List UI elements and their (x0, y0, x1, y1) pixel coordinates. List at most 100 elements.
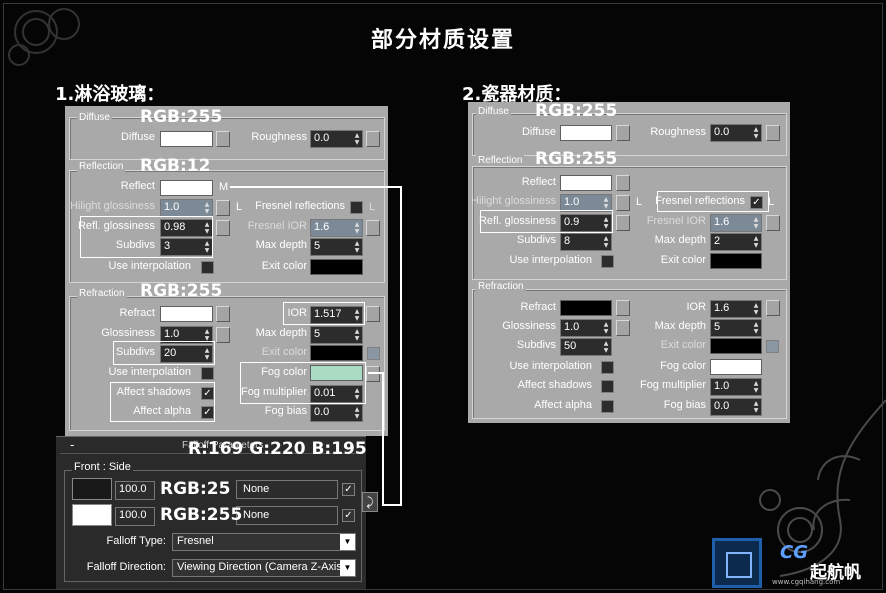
refr-glossiness-label: Glossiness (502, 320, 556, 332)
roughness-map-button[interactable] (766, 125, 780, 141)
fresnel-ior-spinner[interactable]: 1.6 ▲ ▼ (710, 214, 762, 232)
spinner-arrows-icon[interactable]: ▲ ▼ (353, 328, 361, 342)
spinner-arrows-icon[interactable]: ▲ ▼ (602, 321, 610, 335)
ior-map-button[interactable] (366, 306, 380, 322)
spinner-arrows-icon[interactable]: ▲ ▼ (602, 340, 610, 354)
falloff-color2-swatch[interactable] (72, 504, 112, 526)
spinner-arrows-icon[interactable]: ▲ ▼ (752, 126, 760, 140)
falloff-map1-button[interactable]: None (236, 480, 338, 499)
refr-exit-color-swatch[interactable] (310, 345, 363, 361)
fog-bias-spinner[interactable]: 0.0 ▲ ▼ (310, 404, 363, 422)
refr-exit-color-checkbox[interactable] (766, 340, 779, 353)
fresnel-ior-map-button[interactable] (366, 220, 380, 236)
refract-color-swatch[interactable] (560, 300, 612, 316)
exit-color-swatch[interactable] (710, 253, 762, 269)
falloff-value2[interactable]: 100.0 (115, 507, 155, 526)
hilight-glossiness-spinner[interactable]: 1.0 ▲ ▼ (160, 199, 213, 217)
connector-line (400, 186, 402, 506)
refr-max-depth-spinner[interactable]: 5 ▲ ▼ (310, 326, 363, 344)
fresnel-ior-map-button[interactable] (766, 215, 780, 231)
hilight-map-button[interactable] (216, 200, 230, 216)
spinner-arrows-icon[interactable]: ▲ ▼ (203, 201, 211, 215)
spinner-arrows-icon[interactable]: ▲ ▼ (752, 235, 760, 249)
spinner-arrows-icon[interactable]: ▲ ▼ (752, 380, 760, 394)
roughness-map-button[interactable] (366, 131, 380, 147)
refr-use-interpolation-checkbox[interactable] (201, 367, 214, 380)
refr-subdivs-spinner[interactable]: 50 ▲ ▼ (560, 338, 612, 356)
falloff-rollout-toggle[interactable]: - (70, 438, 74, 452)
refl-glossiness-map-button[interactable] (616, 215, 630, 231)
ior-spinner[interactable]: 1.6 ▲ ▼ (710, 300, 762, 318)
diffuse-map-button[interactable] (616, 125, 630, 141)
logo-inner-mark-icon (726, 552, 752, 578)
fog-bias-spinner[interactable]: 0.0 ▲ ▼ (710, 398, 762, 416)
refl-glossiness-map-button[interactable] (216, 220, 230, 236)
falloff-type-dropdown[interactable]: Fresnel ▼ (172, 533, 356, 551)
spinner-arrows-icon[interactable]: ▲ ▼ (752, 321, 760, 335)
fresnel-ior-label: Fresnel IOR (247, 220, 307, 232)
refr-glossiness-spinner[interactable]: 1.0 ▲ ▼ (560, 319, 612, 337)
refr-exit-color-swatch[interactable] (710, 338, 762, 354)
spinner-arrows-icon[interactable]: ▲ ▼ (602, 235, 610, 249)
refr-max-depth-spinner[interactable]: 5 ▲ ▼ (710, 319, 762, 337)
diffuse-color-swatch[interactable] (560, 125, 612, 141)
lock-button[interactable]: L (236, 201, 242, 213)
refl-max-depth-spinner[interactable]: 2 ▲ ▼ (710, 233, 762, 251)
refract-color-swatch[interactable] (160, 306, 213, 322)
spinner-arrows-icon[interactable]: ▲ ▼ (602, 196, 610, 210)
fog-color-swatch[interactable] (710, 359, 762, 375)
spinner-arrows-icon[interactable]: ▲ ▼ (353, 221, 361, 235)
spinner-arrows-icon[interactable]: ▲ ▼ (752, 302, 760, 316)
annotation-ceramic-diffuse: RGB:255 (535, 101, 618, 121)
diffuse-group-label: Diffuse (476, 106, 511, 117)
refr-use-interpolation-checkbox[interactable] (601, 361, 614, 374)
annotation-falloff-color1: RGB:25 (160, 479, 231, 499)
refl-max-depth-spinner[interactable]: 5 ▲ ▼ (310, 238, 363, 256)
refr-glossiness-label: Glossiness (101, 327, 155, 339)
reflect-color-swatch[interactable] (160, 180, 213, 196)
falloff-map1-checkbox[interactable]: ✓ (342, 483, 355, 496)
refl-use-interpolation-checkbox[interactable] (201, 261, 214, 274)
falloff-direction-dropdown[interactable]: Viewing Direction (Camera Z-Axis) ▼ (172, 559, 356, 577)
spinner-arrows-icon[interactable]: ▲ ▼ (353, 406, 361, 420)
diffuse-map-button[interactable] (216, 131, 230, 147)
fresnel-reflections-checkbox[interactable] (350, 201, 363, 214)
refl-subdivs-spinner[interactable]: 8 ▲ ▼ (560, 233, 612, 251)
spinner-arrows-icon[interactable]: ▲ ▼ (752, 216, 760, 230)
refl-use-interpolation-checkbox[interactable] (601, 255, 614, 268)
affect-alpha-checkbox[interactable] (601, 400, 614, 413)
roughness-spinner[interactable]: 0.0 ▲ ▼ (710, 124, 762, 142)
refr-glossiness-map-button[interactable] (216, 327, 230, 343)
falloff-color1-swatch[interactable] (72, 478, 112, 500)
reflect-map-button[interactable]: M (219, 181, 228, 193)
refract-map-button[interactable] (616, 300, 630, 316)
ior-map-button[interactable] (766, 300, 780, 316)
falloff-map2-button[interactable]: None (236, 506, 338, 525)
hilight-map-button[interactable] (616, 195, 630, 211)
fog-multiplier-spinner[interactable]: 1.0 ▲ ▼ (710, 378, 762, 396)
spinner-arrows-icon[interactable]: ▲ ▼ (752, 400, 760, 414)
exit-color-swatch[interactable] (310, 259, 363, 275)
spinner-arrows-icon[interactable]: ▲ ▼ (203, 328, 211, 342)
fog-color-map-button[interactable] (366, 366, 380, 382)
refract-map-button[interactable] (216, 306, 230, 322)
spinner-arrows-icon[interactable]: ▲ ▼ (353, 132, 361, 146)
highlight-fog (240, 362, 366, 404)
dropdown-arrow-icon[interactable]: ▼ (340, 560, 355, 576)
dropdown-arrow-icon[interactable]: ▼ (340, 534, 355, 550)
fresnel-reflections-label: Fresnel reflections (255, 200, 345, 212)
refr-exit-color-checkbox[interactable] (367, 347, 380, 360)
roughness-spinner[interactable]: 0.0 ▲ ▼ (310, 130, 363, 148)
falloff-value1[interactable]: 100.0 (115, 481, 155, 500)
refr-glossiness-map-button[interactable] (616, 320, 630, 336)
falloff-map2-checkbox[interactable]: ✓ (342, 509, 355, 522)
diffuse-color-swatch[interactable] (160, 131, 213, 147)
swap-icon[interactable]: ⤸ (362, 492, 378, 512)
reflect-map-button[interactable] (616, 175, 630, 191)
reflect-color-swatch[interactable] (560, 175, 612, 191)
affect-shadows-checkbox[interactable] (601, 380, 614, 393)
spinner-arrows-icon[interactable]: ▲ ▼ (353, 240, 361, 254)
fresnel-lock-button[interactable]: L (369, 201, 375, 213)
fresnel-ior-spinner[interactable]: 1.6 ▲ ▼ (310, 219, 363, 237)
lock-button[interactable]: L (636, 196, 642, 208)
